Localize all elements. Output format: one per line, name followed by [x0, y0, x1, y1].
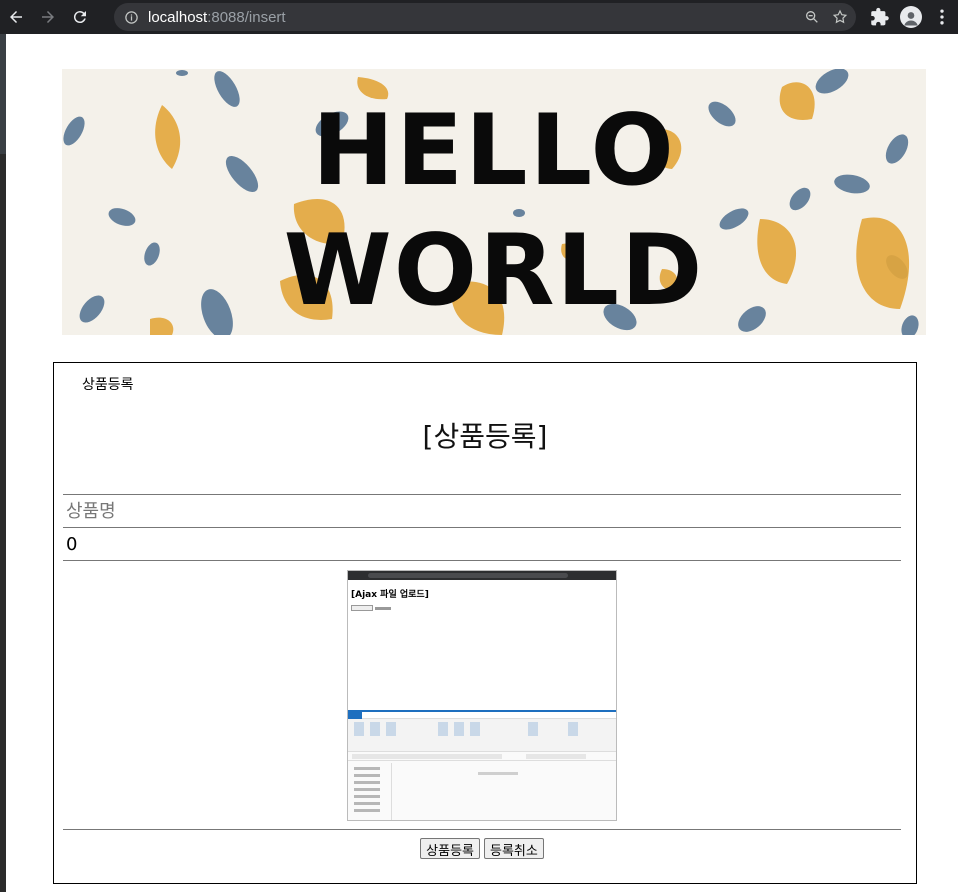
product-register-panel: 상품등록 [상품등록] [Ajax 파일 업로드]	[53, 362, 917, 884]
site-info-icon[interactable]	[114, 10, 148, 25]
cancel-button[interactable]: 등록취소	[484, 838, 544, 859]
url-host: localhost	[148, 8, 208, 26]
page-title: [상품등록]	[422, 420, 548, 453]
product-name-input[interactable]	[63, 496, 901, 526]
background-window-edge	[0, 34, 6, 892]
banner-title: HELLO WORLD	[62, 91, 926, 331]
reload-icon	[73, 11, 86, 24]
banner-line-1: HELLO	[312, 94, 676, 208]
price-row	[63, 527, 901, 560]
zoom-icon[interactable]	[804, 9, 820, 25]
banner-line-2: WORLD	[283, 214, 705, 328]
preview-file-input	[351, 605, 616, 611]
url-text: localhost:8088/insert	[148, 9, 286, 26]
image-preview-row: [Ajax 파일 업로드]	[63, 560, 901, 829]
profile-avatar-icon[interactable]	[900, 6, 922, 28]
preview-file-explorer	[348, 710, 616, 820]
breadcrumb: 상품등록	[82, 376, 134, 392]
address-bar[interactable]: localhost:8088/insert	[114, 3, 856, 31]
forward-button[interactable]	[32, 0, 64, 34]
submit-button[interactable]: 상품등록	[420, 838, 480, 859]
url-path: :8088/insert	[207, 8, 286, 26]
bookmark-star-icon[interactable]	[832, 9, 848, 25]
back-arrow-icon	[10, 11, 22, 23]
preview-title: [Ajax 파일 업로드]	[351, 590, 429, 600]
browser-toolbar: localhost:8088/insert	[0, 0, 958, 34]
back-button[interactable]	[0, 0, 32, 34]
hero-banner: HELLO WORLD	[62, 69, 926, 335]
price-input[interactable]	[63, 529, 901, 559]
forward-arrow-icon	[42, 11, 54, 23]
form-actions: 상품등록 등록취소	[63, 829, 901, 869]
extensions-puzzle-icon[interactable]	[870, 7, 890, 27]
product-name-row	[63, 494, 901, 527]
menu-kebab-icon[interactable]	[932, 7, 952, 27]
product-image-preview: [Ajax 파일 업로드]	[347, 570, 617, 821]
product-form: [Ajax 파일 업로드]	[63, 494, 901, 869]
reload-button[interactable]	[64, 0, 96, 34]
preview-browser-bar	[348, 571, 616, 580]
